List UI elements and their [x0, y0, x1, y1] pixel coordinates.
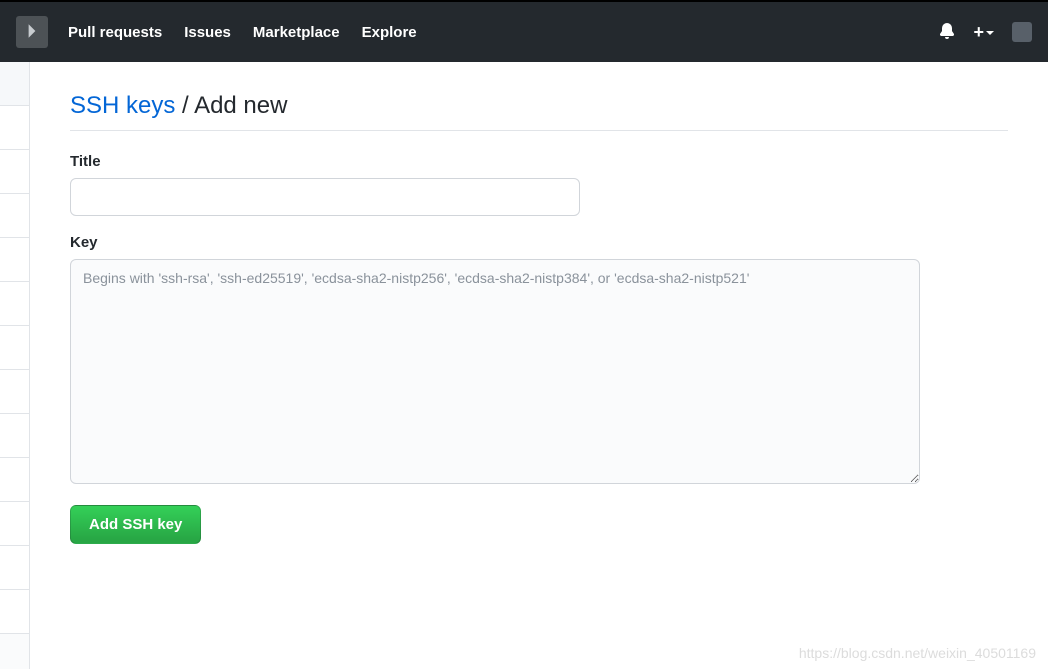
global-header: Pull requests Issues Marketplace Explore… — [0, 0, 1048, 62]
header-left: Pull requests Issues Marketplace Explore — [16, 16, 417, 48]
main-container: SSH keys / Add new Title Key Add SSH key… — [0, 62, 1048, 669]
sidebar-item[interactable] — [0, 546, 29, 590]
sidebar-item[interactable] — [0, 238, 29, 282]
title-label: Title — [70, 153, 1008, 170]
key-label: Key — [70, 234, 1008, 251]
key-group: Key — [70, 234, 1008, 487]
sidebar-item[interactable] — [0, 590, 29, 634]
sidebar-item[interactable] — [0, 150, 29, 194]
sidebar-item[interactable] — [0, 326, 29, 370]
sidebar-item[interactable] — [0, 458, 29, 502]
nav-pull-requests[interactable]: Pull requests — [68, 24, 162, 41]
logo[interactable] — [16, 16, 48, 48]
sidebar-item[interactable] — [0, 194, 29, 238]
settings-sidebar — [0, 62, 30, 669]
content-area: SSH keys / Add new Title Key Add SSH key… — [30, 62, 1048, 669]
page-heading: SSH keys / Add new — [70, 92, 1008, 131]
plus-icon: + — [973, 22, 984, 43]
key-textarea[interactable] — [70, 259, 920, 484]
title-group: Title — [70, 153, 1008, 216]
sidebar-item[interactable] — [0, 62, 29, 106]
chevron-down-icon — [986, 31, 994, 35]
bell-icon — [939, 23, 955, 42]
sidebar-item[interactable] — [0, 370, 29, 414]
add-ssh-key-button[interactable]: Add SSH key — [70, 505, 201, 544]
main-nav: Pull requests Issues Marketplace Explore — [68, 24, 417, 41]
sidebar-item[interactable] — [0, 106, 29, 150]
breadcrumb-current: Add new — [194, 92, 287, 119]
user-avatar[interactable] — [1012, 22, 1032, 42]
logo-icon — [23, 22, 41, 43]
watermark: https://blog.csdn.net/weixin_40501169 — [799, 645, 1036, 661]
create-new-dropdown[interactable]: + — [973, 22, 994, 43]
breadcrumb-separator: / — [175, 92, 194, 119]
header-right: + — [939, 22, 1032, 43]
sidebar-item[interactable] — [0, 414, 29, 458]
title-input[interactable] — [70, 178, 580, 216]
sidebar-item[interactable] — [0, 502, 29, 546]
notifications-button[interactable] — [939, 23, 955, 42]
breadcrumb-ssh-keys-link[interactable]: SSH keys — [70, 92, 175, 119]
nav-marketplace[interactable]: Marketplace — [253, 24, 340, 41]
sidebar-item[interactable] — [0, 282, 29, 326]
nav-explore[interactable]: Explore — [362, 24, 417, 41]
nav-issues[interactable]: Issues — [184, 24, 231, 41]
